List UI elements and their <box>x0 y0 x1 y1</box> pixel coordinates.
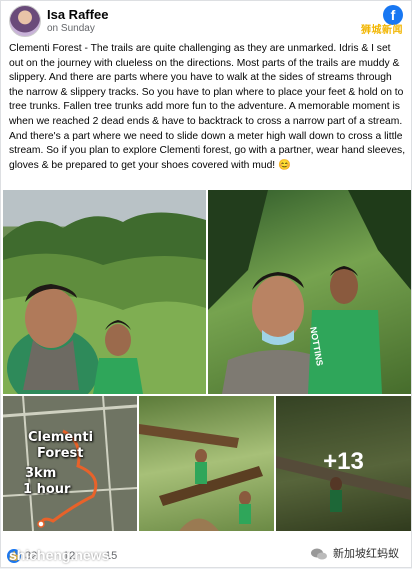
wechat-icon <box>310 548 327 560</box>
photo-route-map[interactable]: Clementi Forest 3km 1 hour <box>3 396 137 531</box>
map-title-1: Clementi <box>28 430 94 445</box>
post-time[interactable]: on Sunday <box>47 23 95 34</box>
photo-forest-view-art <box>3 212 206 394</box>
photo-selfie[interactable]: NOTTINS <box>208 190 411 394</box>
more-photos-count[interactable]: +13 <box>276 448 411 476</box>
map-duration: 1 hour <box>23 482 71 497</box>
post-meta: on Sunday <box>47 23 95 34</box>
map-title-2: Forest <box>37 446 84 461</box>
map-distance: 3km <box>25 466 57 481</box>
author-name[interactable]: Isa Raffee <box>47 7 108 22</box>
avatar[interactable] <box>9 5 41 37</box>
post-body-text: Clementi Forest - The trails are quite c… <box>9 43 406 171</box>
watermark-right-text: 新加坡红蚂蚁 <box>333 548 399 560</box>
route-map-art <box>3 396 137 531</box>
watermark-right: 新加坡红蚂蚁 <box>310 545 399 561</box>
brand-logo: f 狮城新闻 <box>343 5 403 36</box>
post-footer: 👍 32 12 15 shicheng.news 新加坡红蚂蚁 <box>1 533 411 569</box>
photo-fallen-trees-art <box>139 424 263 531</box>
brand-text: 狮城新闻 <box>361 25 403 36</box>
post-header: Isa Raffee on Sunday f 狮城新闻 <box>9 5 405 39</box>
watermark-left: shicheng.news <box>9 547 110 563</box>
photo-more[interactable]: +13 <box>276 396 411 531</box>
photo-selfie-art <box>208 190 411 394</box>
photo-forest-view[interactable] <box>3 190 206 394</box>
post-card: Isa Raffee on Sunday f 狮城新闻 Clementi For… <box>0 0 412 568</box>
photo-fallen-trees[interactable] <box>139 396 274 531</box>
